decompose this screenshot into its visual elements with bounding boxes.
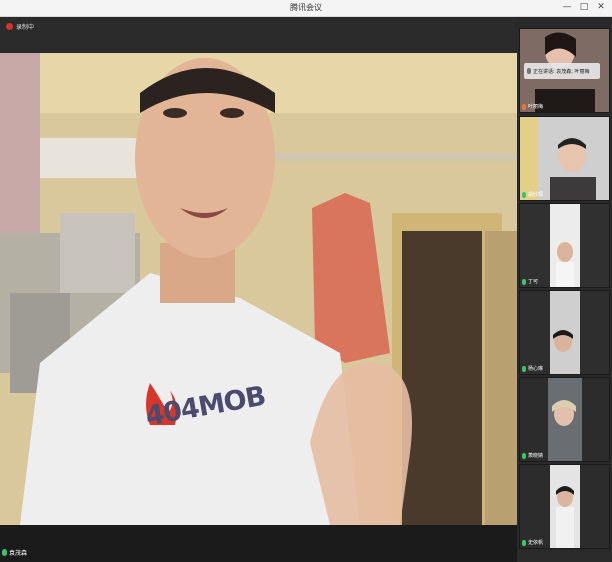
minimize-button[interactable]: — (560, 2, 574, 13)
participant-label: 胡欣桐 (522, 191, 543, 198)
mic-on-icon (2, 549, 7, 556)
main-video-frame (0, 53, 517, 525)
recording-indicator[interactable]: 录制中 (6, 22, 34, 31)
mic-icon (527, 68, 531, 74)
participant-label: 萧晓婧 (522, 452, 543, 459)
participant-name: 丁可 (528, 279, 539, 285)
mic-on-icon (522, 365, 526, 372)
participant-name: 杨心琳 (528, 366, 544, 372)
participant-video (520, 117, 609, 200)
participant-tile[interactable]: 史依帆 (519, 464, 610, 549)
main-speaker-name: 袁茂森 (9, 550, 28, 557)
recording-dot-icon (6, 23, 13, 30)
top-strip (0, 17, 517, 53)
bottom-bar (0, 525, 517, 562)
recording-label: 录制中 (16, 24, 35, 31)
participant-label: 丁可 (522, 278, 538, 285)
mic-on-icon (522, 191, 526, 198)
participant-video (520, 291, 609, 374)
main-video[interactable]: 404MOB (0, 53, 517, 525)
speaking-text: 正在讲话: 袁茂森; 叶丽梅 (533, 68, 590, 75)
mic-icon (522, 103, 526, 110)
participant-label: 叶丽梅 (522, 103, 543, 110)
participant-tile[interactable]: 杨心琳 (519, 290, 610, 375)
participant-video (520, 378, 609, 461)
participant-tile[interactable]: 胡欣桐 (519, 116, 610, 201)
mic-on-icon (522, 278, 526, 285)
participant-name: 胡欣桐 (528, 192, 544, 198)
main-speaker-label: 袁茂森 (2, 548, 27, 557)
participant-name: 萧晓婧 (528, 453, 544, 459)
participant-video (520, 204, 609, 287)
participant-name: 史依帆 (528, 540, 544, 546)
participant-tile[interactable]: 丁可 (519, 203, 610, 288)
speaking-tooltip: 正在讲话: 袁茂森; 叶丽梅 (524, 63, 600, 79)
mic-on-icon (522, 539, 526, 546)
participant-tile[interactable]: 萧晓婧 (519, 377, 610, 462)
close-button[interactable]: ✕ (594, 2, 608, 13)
maximize-button[interactable]: □ (577, 2, 591, 13)
participant-name: 叶丽梅 (528, 104, 544, 110)
window-title: 腾讯会议 (290, 3, 322, 12)
participant-video (520, 465, 609, 548)
mic-on-icon (522, 452, 526, 459)
participant-label: 史依帆 (522, 539, 543, 546)
title-bar: 腾讯会议 — □ ✕ (0, 0, 612, 17)
participant-label: 杨心琳 (522, 365, 543, 372)
